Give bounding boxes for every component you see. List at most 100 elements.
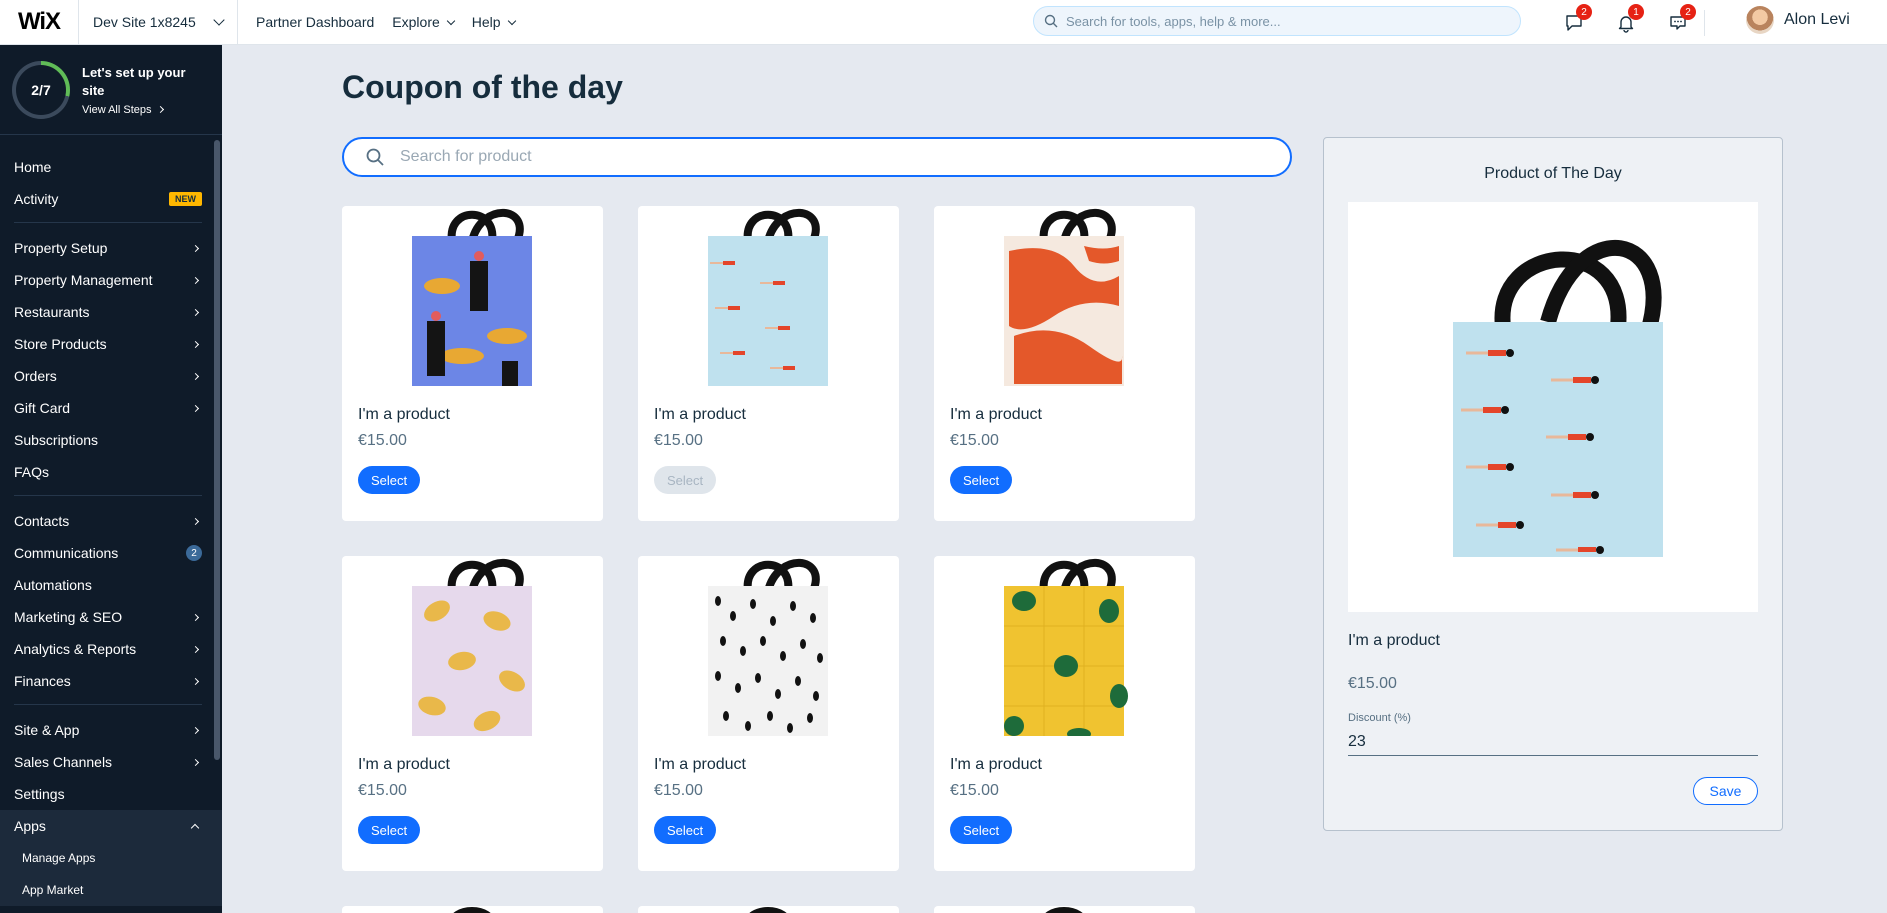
sidebar-item-store-products[interactable]: Store Products: [0, 328, 222, 360]
featured-product-name: I'm a product: [1348, 632, 1440, 649]
product-price: €15.00: [654, 432, 703, 449]
global-search[interactable]: [1033, 6, 1521, 36]
chevron-right-icon: [191, 726, 200, 734]
product-of-the-day-panel: Product of The Day I'm a product €15.00 …: [1323, 137, 1783, 831]
sidebar-item-subscriptions[interactable]: Subscriptions: [0, 424, 222, 456]
main-content: Coupon of the day I'm a product €15.00 S…: [222, 45, 1887, 913]
sidebar-item-property-setup[interactable]: Property Setup: [0, 232, 222, 264]
nav-explore[interactable]: Explore: [392, 14, 456, 30]
product-card-partial: [934, 906, 1195, 913]
sidebar-item-automations[interactable]: Automations: [0, 569, 222, 601]
sidebar-item-apps[interactable]: Apps: [0, 810, 222, 842]
divider: [14, 704, 202, 705]
chevron-down-icon: [446, 16, 456, 25]
messages-badge: 2: [1680, 4, 1696, 20]
product-card-partial: [342, 906, 603, 913]
chevron-right-icon: [191, 758, 200, 766]
chevron-right-icon: [191, 613, 200, 621]
page-title: Coupon of the day: [342, 69, 623, 105]
notifications-button[interactable]: 1: [1600, 0, 1652, 45]
product-image-monstera: [1004, 558, 1128, 736]
discount-label: Discount (%): [1348, 712, 1411, 724]
product-price: €15.00: [654, 782, 703, 799]
messages-button[interactable]: 2: [1652, 0, 1704, 45]
progress-value: 2/7: [16, 64, 66, 115]
chevron-right-icon: [191, 372, 200, 380]
product-name: I'm a product: [358, 406, 450, 423]
divider: [14, 495, 202, 496]
user-menu[interactable]: Alon Levi: [1746, 6, 1860, 34]
sidebar-subitem-manage-apps[interactable]: Manage Apps: [0, 842, 222, 874]
select-button[interactable]: Select: [358, 466, 421, 494]
wix-logo[interactable]: WiX: [0, 0, 78, 45]
sidebar-item-finances[interactable]: Finances: [0, 665, 222, 697]
select-button-disabled[interactable]: Select: [654, 466, 717, 494]
sidebar-item-faqs[interactable]: FAQs: [0, 456, 222, 488]
chat-button[interactable]: 2: [1548, 0, 1600, 45]
select-button[interactable]: Select: [950, 816, 1013, 844]
user-name: Alon Levi: [1784, 11, 1850, 28]
sidebar-item-sales-channels[interactable]: Sales Channels: [0, 746, 222, 778]
sidebar-item-home[interactable]: Home: [0, 151, 222, 183]
divider: [1704, 9, 1705, 36]
sidebar-item-gift-card[interactable]: Gift Card: [0, 392, 222, 424]
setup-progress[interactable]: 2/7 Let's set up your site View All Step…: [0, 45, 222, 135]
sidebar-item-communications[interactable]: Communications 2: [0, 537, 222, 569]
discount-input[interactable]: [1348, 728, 1758, 756]
chevron-right-icon: [191, 404, 200, 412]
product-card: I'm a product €15.00 Select: [638, 206, 899, 521]
product-price: €15.00: [358, 432, 407, 449]
chevron-right-icon: [191, 677, 200, 685]
panel-title: Product of The Day: [1484, 165, 1622, 182]
global-search-input[interactable]: [1066, 13, 1486, 29]
product-price: €15.00: [950, 432, 999, 449]
select-button[interactable]: Select: [654, 816, 717, 844]
featured-product-price: €15.00: [1348, 675, 1397, 692]
sidebar-item-analytics-reports[interactable]: Analytics & Reports: [0, 633, 222, 665]
view-all-steps-link[interactable]: View All Steps: [82, 104, 202, 116]
chevron-down-icon: [507, 16, 516, 25]
chevron-right-icon: [156, 105, 164, 114]
nav-help[interactable]: Help: [472, 14, 516, 30]
sidebar-item-settings[interactable]: Settings: [0, 778, 222, 810]
top-icons: 2 1 2: [1548, 0, 1705, 45]
product-card: I'm a product €15.00 Select: [342, 206, 603, 521]
product-image-orange-abstract: [1004, 208, 1124, 386]
sidebar-menu: Home Activity NEW Property Setup Property…: [0, 151, 222, 906]
product-card-partial: [638, 906, 899, 913]
site-name: Dev Site 1x8245: [93, 14, 196, 30]
sidebar-scrollbar[interactable]: [214, 140, 220, 760]
select-button[interactable]: Select: [358, 816, 421, 844]
sidebar-item-site-app[interactable]: Site & App: [0, 714, 222, 746]
product-image-swimmers: [708, 208, 828, 386]
chevron-right-icon: [191, 517, 200, 525]
sidebar-subitem-app-market[interactable]: App Market: [0, 874, 222, 906]
product-card: I'm a product €15.00 Select: [934, 206, 1195, 521]
product-name: I'm a product: [654, 406, 746, 423]
nav-partner-dashboard[interactable]: Partner Dashboard: [256, 14, 374, 30]
product-price: €15.00: [358, 782, 407, 799]
sidebar-item-marketing-seo[interactable]: Marketing & SEO: [0, 601, 222, 633]
bag-handle-icon: [1045, 907, 1083, 913]
chevron-down-icon: [213, 14, 225, 26]
sidebar-item-property-management[interactable]: Property Management: [0, 264, 222, 296]
product-image-lemons: [412, 558, 532, 736]
avatar: [1746, 6, 1774, 34]
sidebar-item-restaurants[interactable]: Restaurants: [0, 296, 222, 328]
bag-handle-icon: [453, 907, 491, 913]
product-search[interactable]: [342, 137, 1292, 177]
chevron-right-icon: [191, 340, 200, 348]
progress-ring: 2/7: [12, 60, 70, 119]
top-bar: WiX Dev Site 1x8245 Partner Dashboard Ex…: [0, 0, 1887, 45]
sidebar-item-activity[interactable]: Activity NEW: [0, 183, 222, 215]
save-button[interactable]: Save: [1693, 777, 1758, 805]
bag-handle-icon: [749, 907, 787, 913]
divider: [14, 222, 202, 223]
select-button[interactable]: Select: [950, 466, 1013, 494]
chevron-right-icon: [191, 276, 200, 284]
product-search-input[interactable]: [400, 148, 1250, 166]
sidebar-item-contacts[interactable]: Contacts: [0, 505, 222, 537]
sidebar-item-orders[interactable]: Orders: [0, 360, 222, 392]
site-selector[interactable]: Dev Site 1x8245: [78, 0, 238, 45]
product-name: I'm a product: [950, 406, 1042, 423]
